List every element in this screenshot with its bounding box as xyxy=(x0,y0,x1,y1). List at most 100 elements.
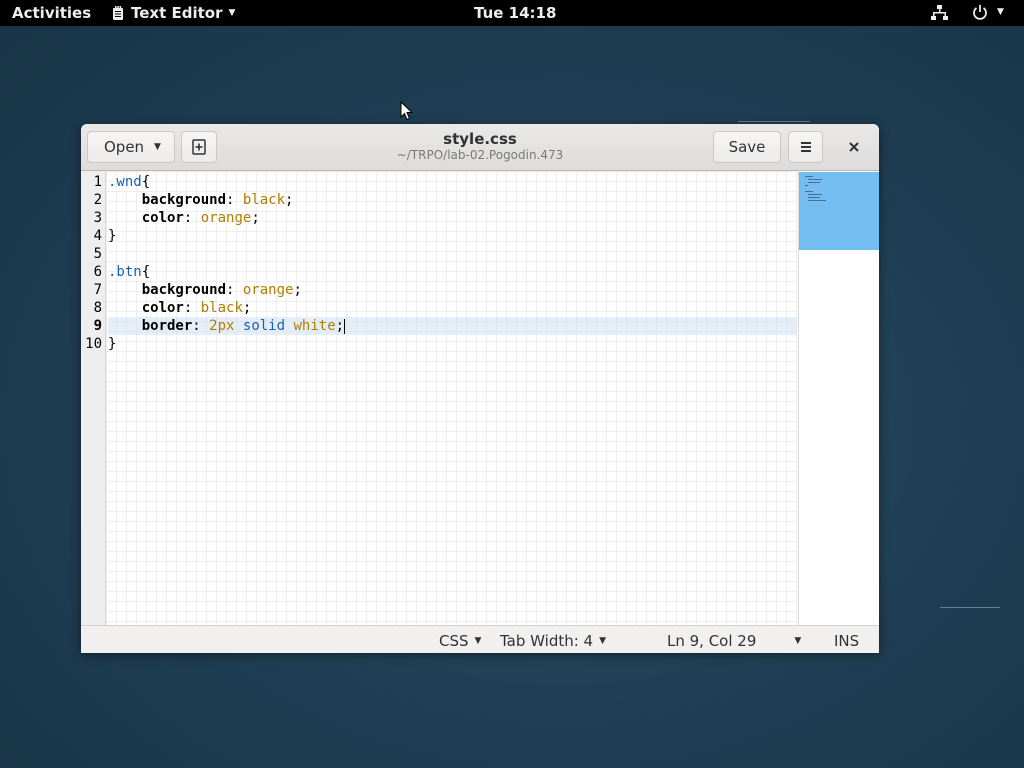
top-bar: Activities Text Editor ▼ Tue 14:18 ▼ xyxy=(0,0,1024,26)
minimap-line xyxy=(808,179,822,180)
code-line[interactable]: color: orange; xyxy=(108,209,797,227)
minimap[interactable] xyxy=(798,171,879,625)
text-caret xyxy=(344,318,346,334)
code-token: { xyxy=(141,264,151,280)
power-icon xyxy=(973,5,987,20)
menu-button[interactable] xyxy=(788,131,823,163)
chevron-down-icon: ▼ xyxy=(474,636,482,646)
cursor-position-label: Ln 9, Col 29 xyxy=(667,632,757,650)
code-token: ; xyxy=(285,192,294,208)
minimap-line xyxy=(808,182,820,183)
hamburger-menu-icon xyxy=(800,142,811,152)
line-number: 2 xyxy=(93,192,102,208)
insert-mode-indicator[interactable]: INS xyxy=(834,632,859,650)
code-token: { xyxy=(141,174,151,190)
code-token: : xyxy=(192,318,210,334)
code-line[interactable]: } xyxy=(108,227,797,245)
code-token: ; xyxy=(335,318,345,334)
code-token: 2px xyxy=(209,318,235,334)
code-token: orange xyxy=(200,210,252,226)
code-line[interactable]: background: black; xyxy=(108,191,797,209)
tab-width-label: Tab Width: 4 xyxy=(500,632,594,650)
code-token: border xyxy=(141,318,193,334)
save-button[interactable]: Save xyxy=(713,131,781,163)
text-editor-window: Open ▼ style.css ~/TRPO/lab-02.Pogodin.4… xyxy=(81,124,879,653)
code-line[interactable]: border: 2px solid white; xyxy=(108,317,797,335)
code-token: : xyxy=(226,282,243,298)
tab-width-selector[interactable]: Tab Width: 4 ▼ xyxy=(500,632,606,650)
language-selector[interactable]: CSS ▼ xyxy=(439,632,481,650)
code-line[interactable]: .wnd{ xyxy=(108,173,797,191)
insert-mode-label: INS xyxy=(834,632,860,650)
code-token: : xyxy=(183,210,201,226)
line-number: 9 xyxy=(93,318,102,334)
chevron-down-icon: ▼ xyxy=(997,7,1004,17)
line-number: 5 xyxy=(93,246,102,262)
code-line[interactable]: color: black; xyxy=(108,299,797,317)
code-token: orange xyxy=(242,282,294,298)
code-token: } xyxy=(108,336,117,352)
close-icon xyxy=(849,142,859,152)
header-bar: Open ▼ style.css ~/TRPO/lab-02.Pogodin.4… xyxy=(81,124,879,171)
line-number: 10 xyxy=(85,336,102,352)
status-bar: CSS ▼ Tab Width: 4 ▼ Ln 9, Col 29 ▼ INS xyxy=(81,625,879,653)
line-number: 4 xyxy=(93,228,102,244)
desktop-glint xyxy=(940,607,1000,608)
code-line[interactable]: .btn{ xyxy=(108,263,797,281)
code-token: background xyxy=(141,192,227,208)
cursor-position[interactable]: Ln 9, Col 29 ▼ xyxy=(667,632,801,650)
code-token: black xyxy=(200,300,243,316)
code-token: .btn xyxy=(108,264,142,280)
code-token: ; xyxy=(293,282,302,298)
code-token: background xyxy=(141,282,227,298)
code-line[interactable] xyxy=(108,245,797,263)
text-editor-icon xyxy=(113,5,123,20)
code-token: solid xyxy=(242,318,286,334)
code-line[interactable]: background: orange; xyxy=(108,281,797,299)
code-token: white xyxy=(293,318,336,334)
minimap-line xyxy=(808,194,822,195)
code-token: color xyxy=(141,210,184,226)
chevron-down-icon: ▼ xyxy=(599,636,607,646)
minimap-line xyxy=(808,197,820,198)
line-number-gutter: 1 2 3 4 5 6 7 8 9 10 xyxy=(81,171,106,625)
code-token: } xyxy=(108,228,117,244)
desktop-glint xyxy=(738,121,810,122)
code-token: .wnd xyxy=(108,174,142,190)
clock[interactable]: Tue 14:18 xyxy=(474,4,556,22)
line-number: 3 xyxy=(93,210,102,226)
code-line[interactable]: } xyxy=(108,335,797,353)
code-token: ; xyxy=(251,210,260,226)
code-token: : xyxy=(183,300,201,316)
line-number: 7 xyxy=(93,282,102,298)
system-menu[interactable]: ▼ xyxy=(972,4,1004,20)
code-token: ; xyxy=(242,300,252,316)
close-button[interactable] xyxy=(843,136,865,158)
code-token: color xyxy=(141,300,184,316)
minimap-line xyxy=(805,185,808,186)
language-label: CSS xyxy=(439,632,469,650)
mouse-pointer-icon xyxy=(400,101,413,121)
code-token: black xyxy=(242,192,286,208)
code-editor[interactable]: .wnd{ background: black; color: orange;}… xyxy=(106,171,797,625)
minimap-line xyxy=(808,200,826,201)
chevron-down-icon: ▼ xyxy=(794,636,802,646)
minimap-line xyxy=(805,191,813,192)
app-menu[interactable]: Text Editor ▼ xyxy=(112,4,235,22)
app-menu-label: Text Editor xyxy=(131,4,223,22)
line-number: 8 xyxy=(93,300,102,316)
network-icon[interactable] xyxy=(931,5,948,21)
code-token: : xyxy=(226,192,243,208)
activities-button[interactable]: Activities xyxy=(12,4,91,22)
chevron-down-icon: ▼ xyxy=(228,8,236,18)
line-number: 1 xyxy=(93,174,102,190)
minimap-line xyxy=(805,176,813,177)
line-number: 6 xyxy=(93,264,102,280)
minimap-viewport[interactable] xyxy=(799,172,879,250)
